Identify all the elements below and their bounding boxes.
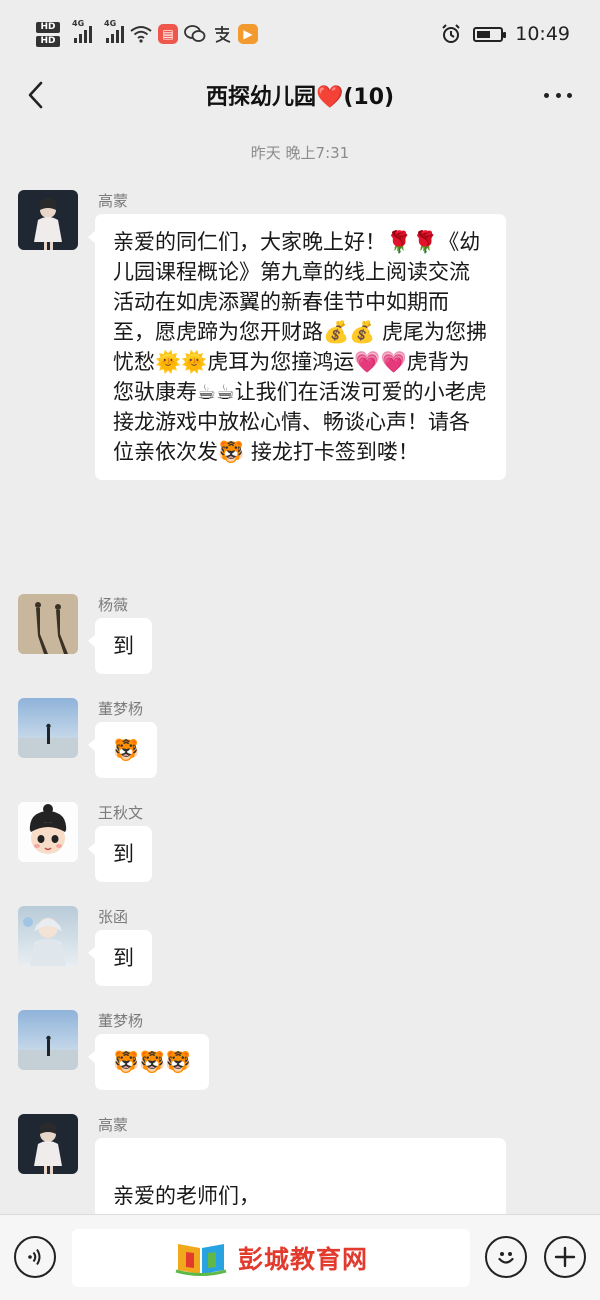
- sender-name: 高蒙: [98, 192, 129, 210]
- watermark-text: 彭城教育网: [237, 1245, 368, 1274]
- status-bar: HD HD 4G 4G ▤ ▶ 10:49: [0, 0, 600, 68]
- message-bubble[interactable]: 到: [88, 618, 152, 674]
- clock: 10:49: [515, 23, 570, 45]
- avatar[interactable]: [18, 1010, 78, 1070]
- video-app-icon: ▶: [238, 24, 258, 44]
- hd-indicators: HD HD: [36, 21, 60, 47]
- sender-name: 张函: [98, 908, 129, 926]
- message-text: 到: [113, 842, 134, 866]
- avatar[interactable]: [18, 190, 78, 250]
- signal-icon: 4G: [104, 19, 124, 43]
- wifi-icon: [130, 26, 152, 43]
- message-app-icon: ▤: [158, 24, 178, 44]
- message-text: 亲爱的同仁们，大家晚上好！🌹🌹《幼儿园课程概论》第九章的线上阅读交流活动在如虎添…: [113, 230, 487, 464]
- message-bubble[interactable]: 到: [88, 826, 152, 882]
- message-text: 🐯: [113, 738, 140, 762]
- battery-level: [477, 30, 491, 38]
- message-bubble[interactable]: 亲爱的同仁们，大家晚上好！🌹🌹《幼儿园课程概论》第九章的线上阅读交流活动在如虎添…: [88, 214, 506, 480]
- hd-indicator-1: HD: [36, 21, 60, 33]
- hd-indicator-2: HD: [36, 35, 60, 47]
- message-text: 🐯🐯🐯: [113, 1050, 192, 1074]
- voice-icon: [28, 1248, 41, 1266]
- avatar[interactable]: [18, 802, 78, 862]
- alipay-icon: [215, 26, 231, 43]
- signal-icon: 4G: [72, 19, 92, 43]
- logo-icon: [175, 1244, 227, 1276]
- sender-name: 杨薇: [98, 596, 129, 614]
- voice-button[interactable]: [14, 1236, 56, 1278]
- network-type-label: 4G: [104, 19, 117, 28]
- more-button[interactable]: [538, 78, 578, 112]
- emoji-icon: [498, 1252, 514, 1264]
- battery-icon: [473, 26, 507, 42]
- avatar[interactable]: [18, 594, 78, 654]
- message-input[interactable]: 彭城教育网: [72, 1229, 470, 1287]
- plus-icon: [554, 1246, 576, 1268]
- sender-name: 王秋文: [98, 804, 144, 822]
- avatar[interactable]: [18, 906, 78, 966]
- wechat-icon: [184, 25, 206, 42]
- status-left: HD HD 4G 4G ▤ ▶: [36, 19, 258, 47]
- message-bubble[interactable]: 到: [88, 930, 152, 986]
- plus-button[interactable]: [544, 1236, 586, 1278]
- alarm-icon: [442, 24, 460, 43]
- message-bubble[interactable]: 🐯: [87, 722, 158, 778]
- sender-name: 董梦杨: [98, 1012, 144, 1030]
- status-right: 10:49: [441, 23, 570, 45]
- avatar[interactable]: [18, 698, 78, 758]
- message-text: 到: [113, 946, 134, 970]
- chat-title: 西探幼儿园❤️(10): [205, 85, 395, 110]
- message-text: 到: [113, 634, 134, 658]
- chevron-left-icon: [28, 81, 43, 109]
- message-timestamp: 昨天 晚上7:31: [250, 144, 350, 162]
- input-bar: 彭城教育网: [0, 1214, 600, 1300]
- emoji-button[interactable]: [485, 1236, 527, 1278]
- avatar[interactable]: [18, 1114, 78, 1174]
- sender-name: 高蒙: [98, 1116, 129, 1134]
- sender-name: 董梦杨: [98, 700, 144, 718]
- more-dots-icon: [544, 92, 549, 98]
- network-type-label: 4G: [72, 19, 85, 28]
- chat-header: 西探幼儿园❤️(10): [0, 68, 600, 122]
- back-button[interactable]: [18, 78, 52, 112]
- message-bubble[interactable]: 🐯🐯🐯: [87, 1034, 210, 1090]
